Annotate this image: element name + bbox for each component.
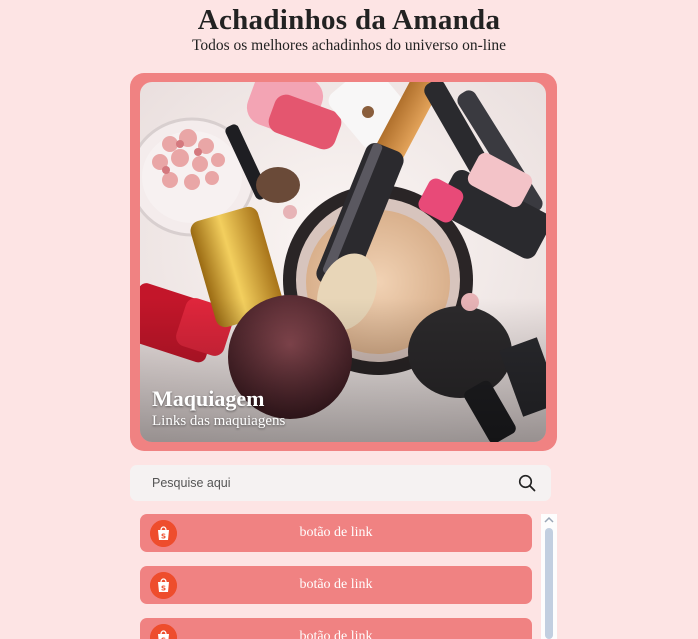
hero-title: Maquiagem [152, 386, 265, 411]
hero-card[interactable]: Maquiagem Links das maquiagens [130, 73, 557, 451]
hero-subtitle: Links das maquiagens [152, 413, 286, 429]
site-subtitle: Todos os melhores achadinhos do universo… [191, 37, 507, 54]
hero-image: Maquiagem Links das maquiagens [140, 82, 546, 442]
link-label: botão de link [299, 577, 373, 592]
link-button[interactable]: S botão de link [140, 618, 532, 639]
scroll-thumb[interactable] [545, 528, 553, 639]
link-label: botão de link [299, 629, 373, 639]
search-bar [130, 465, 551, 501]
link-button[interactable]: S botão de link [140, 514, 532, 552]
search-icon[interactable] [518, 474, 536, 492]
link-label: botão de link [299, 525, 373, 540]
site-title: Achadinhos da Amanda [197, 4, 501, 36]
link-list-scrollbar[interactable] [541, 514, 557, 639]
link-button[interactable]: S botão de link [140, 566, 532, 604]
search-input[interactable] [152, 473, 502, 493]
link-list: S botão de link S botão de link S botão … [140, 514, 532, 639]
scroll-up-arrow-icon[interactable] [544, 516, 554, 524]
